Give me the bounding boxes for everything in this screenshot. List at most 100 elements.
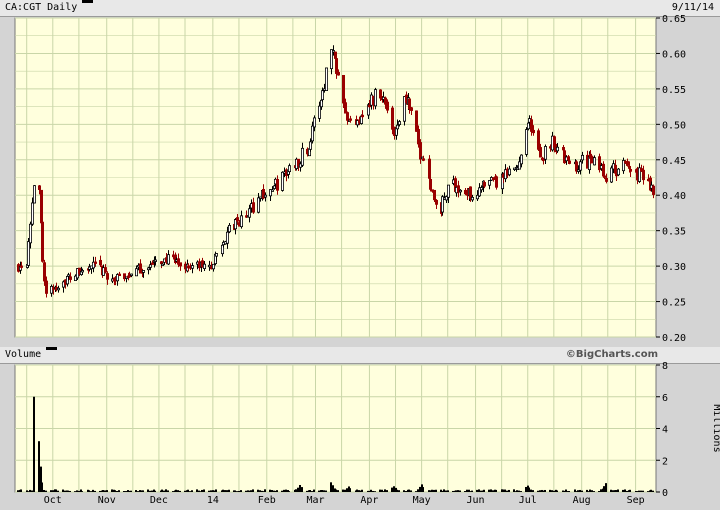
price-bar-body [43,262,47,282]
volume-bar [17,490,19,492]
volume-bar [135,490,137,492]
price-bar-body [134,268,138,277]
price-bar-body [610,167,614,183]
price-bar-body [146,267,150,271]
volume-bar [417,489,419,492]
price-bar-body [642,169,646,181]
volume-bar [464,491,466,492]
volume-bar [165,489,167,492]
price-bar-body [153,259,157,262]
price-bar-body [310,125,314,142]
volume-bar [311,491,313,492]
price-bar [525,127,529,157]
price-bar-body [544,146,548,160]
price-bar-body [432,189,436,201]
volume-bar [128,490,130,492]
volume-bar [64,490,66,492]
volume-bar [187,489,189,492]
volume-bar [325,490,327,492]
volume-bar [504,489,506,492]
volume-bar [248,490,250,492]
price-bar [617,167,621,177]
price-bar-body [30,202,34,225]
price-bar-body [487,180,491,186]
price-y-tick-label: 0.40 [662,191,686,202]
volume-y-tick-label: 0 [662,488,668,499]
price-bar-body [507,168,511,176]
x-tick-label: Feb [258,495,276,506]
price-bar-body [148,264,152,268]
volume-bar [283,489,285,492]
volume-panel: Oct Nov Dec 14 Feb Mar Apr May Jun Jul Aug Sep 0 2 4 6 8… [14,361,720,506]
volume-bar [271,490,273,492]
volume-bar [123,491,125,492]
volume-bar [374,491,376,492]
volume-bar [391,487,393,492]
volume-bar [441,490,443,492]
volume-bar [88,490,90,492]
volume-bar [530,489,532,492]
volume-bar [431,489,433,492]
volume-bar [581,490,583,492]
volume-bar [603,486,605,492]
volume-bar [299,484,301,492]
volume-bar [335,489,337,492]
volume-bar [250,490,252,492]
x-tick-label: Apr [360,495,378,506]
volume-bar [38,441,40,492]
volume-bar [537,490,539,492]
volume-bar [642,490,644,492]
volume-bar [480,490,482,492]
volume-bar [466,489,468,492]
volume-bar [469,491,471,492]
volume-bar [513,489,515,492]
volume-bar [130,490,132,492]
price-bar-body [280,171,284,191]
volume-bar [556,490,558,492]
price-bar-body [104,267,108,273]
volume-bar [598,491,600,492]
price-bar-body [214,253,218,257]
volume-bar [459,490,461,492]
price-bar-body [312,117,316,128]
price-bar [598,153,602,173]
volume-bar [429,490,431,492]
volume-bar [203,489,205,492]
price-bar [373,87,377,110]
volume-bar [544,489,546,492]
volume-bar [189,491,191,492]
volume-bar [41,482,43,492]
price-bar-body [341,74,345,104]
volume-bar [81,491,83,492]
price-bar-body [235,217,239,222]
volume-bar [615,490,617,492]
price-y-tick-label: 0.45 [662,156,686,167]
x-tick-label: Jul [519,495,537,506]
volume-bar [309,490,311,492]
volume-bar [478,489,480,492]
volume-bar [443,489,445,492]
volume-bar [593,491,595,492]
volume-bar [318,490,320,492]
price-bar [41,221,45,263]
volume-bar [403,490,405,492]
volume-bar [161,489,163,492]
price-bar-body [416,129,420,145]
volume-bar [236,491,238,492]
price-bar-body [99,259,103,266]
x-tick-label: Aug [573,495,591,506]
volume-y-tick-label: 2 [662,456,668,467]
volume-bar [549,489,551,492]
volume-bar [179,490,181,492]
volume-bar [208,490,210,492]
volume-bar [67,490,69,492]
price-bar-body [118,273,122,277]
price-bar-body [525,129,529,155]
volume-bar [245,490,247,492]
price-y-tick-label: 0.35 [662,227,686,238]
price-bar-body [556,146,560,152]
volume-y-tick-label: 8 [662,361,668,372]
volume-bar [269,489,271,492]
price-bar-body [629,168,633,172]
volume-bar [532,490,534,492]
